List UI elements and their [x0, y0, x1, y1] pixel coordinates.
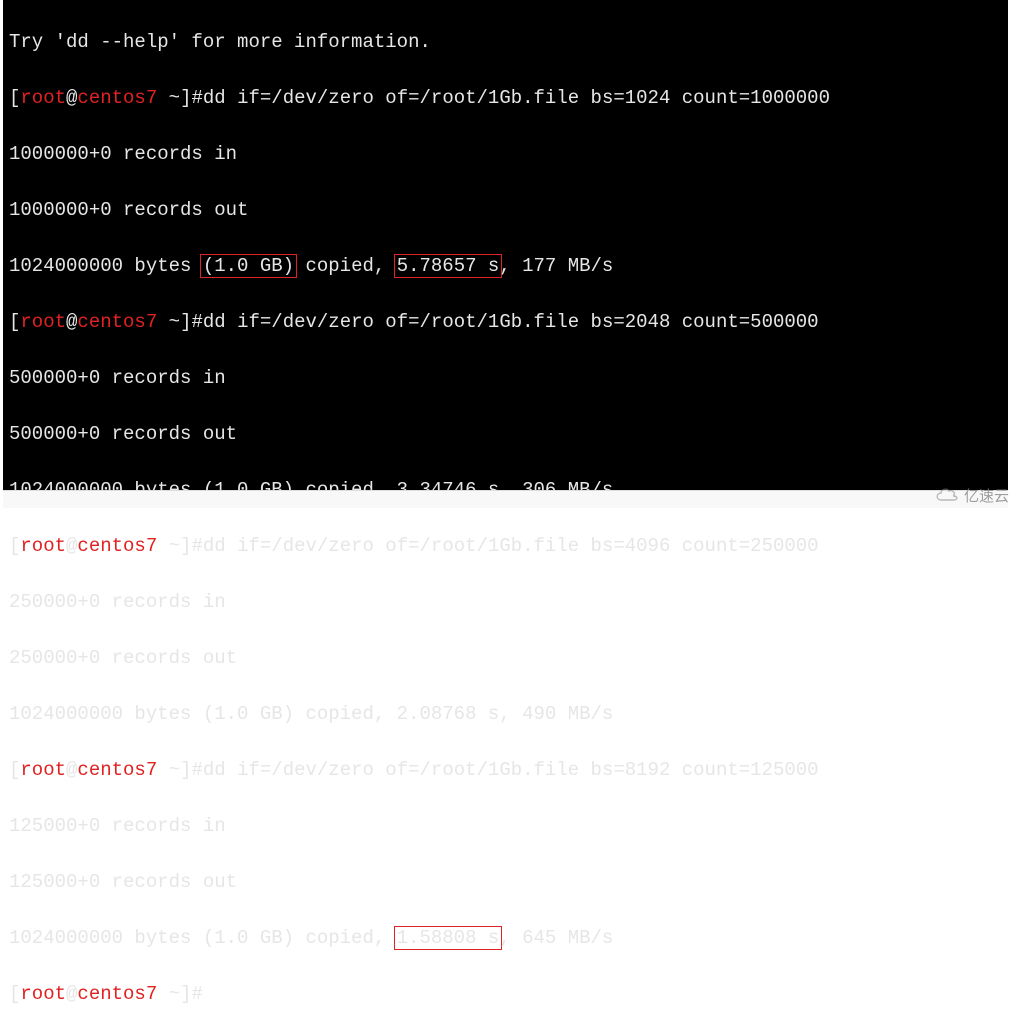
command-text: dd if=/dev/zero of=/root/1Gb.file bs=409… [203, 535, 819, 557]
prompt-cwd: ~ [169, 311, 180, 333]
output-line: 1000000+0 records out [9, 196, 1002, 224]
output-text: 250000+0 records in [9, 591, 226, 613]
watermark-text: 亿速云 [964, 485, 1009, 506]
prompt-user: root [20, 759, 66, 781]
window-statusbar [3, 490, 1008, 508]
bracket-open: [ [9, 983, 20, 1005]
prompt-user: root [20, 983, 66, 1005]
prompt-line: [root@centos7 ~]#dd if=/dev/zero of=/roo… [9, 308, 1002, 336]
prompt-line[interactable]: [root@centos7 ~]# [9, 980, 1002, 1008]
prompt-hash: # [191, 311, 202, 333]
space [157, 87, 168, 109]
output-text: 1024000000 bytes (1.0 GB) copied, 2.0876… [9, 703, 613, 725]
prompt-hash: # [191, 983, 202, 1005]
prompt-host: centos7 [77, 311, 157, 333]
command-text: dd if=/dev/zero of=/root/1Gb.file bs=204… [203, 311, 819, 333]
cloud-icon [934, 486, 960, 506]
output-text: 125000+0 records in [9, 815, 226, 837]
prompt-user: root [20, 535, 66, 557]
output-line: 125000+0 records in [9, 812, 1002, 840]
prompt-host: centos7 [77, 983, 157, 1005]
watermark: 亿速云 [934, 485, 1009, 506]
bracket-close: ] [180, 759, 191, 781]
output-line: 125000+0 records out [9, 868, 1002, 896]
prompt-line: [root@centos7 ~]#dd if=/dev/zero of=/roo… [9, 532, 1002, 560]
prompt-hash: # [191, 759, 202, 781]
prompt-line: [root@centos7 ~]#dd if=/dev/zero of=/roo… [9, 84, 1002, 112]
output-line: 1024000000 bytes (1.0 GB) copied, 5.7865… [9, 252, 1002, 280]
space [157, 535, 168, 557]
prompt-host: centos7 [77, 759, 157, 781]
output-line: 1024000000 bytes (1.0 GB) copied, 2.0876… [9, 700, 1002, 728]
bracket-open: [ [9, 535, 20, 557]
prompt-hash: # [191, 535, 202, 557]
output-line: 1024000000 bytes (1.0 GB) copied, 1.5880… [9, 924, 1002, 952]
prompt-line: [root@centos7 ~]#dd if=/dev/zero of=/roo… [9, 756, 1002, 784]
highlight-size: (1.0 GB) [200, 254, 297, 278]
bracket-open: [ [9, 311, 20, 333]
output-text: 500000+0 records in [9, 367, 226, 389]
output-text: 1000000+0 records out [9, 199, 248, 221]
space [157, 983, 168, 1005]
space [157, 311, 168, 333]
output-line: 500000+0 records out [9, 420, 1002, 448]
output-text: 125000+0 records out [9, 871, 237, 893]
prompt-user: root [20, 87, 66, 109]
bracket-close: ] [180, 983, 191, 1005]
output-text: 1024000000 bytes (1.0 GB) copied, [9, 927, 397, 949]
prompt-user: root [20, 311, 66, 333]
prompt-cwd: ~ [169, 983, 180, 1005]
output-line: 250000+0 records out [9, 644, 1002, 672]
at-sign: @ [66, 535, 77, 557]
command-text: dd if=/dev/zero of=/root/1Gb.file bs=819… [203, 759, 819, 781]
bracket-close: ] [180, 311, 191, 333]
at-sign: @ [66, 983, 77, 1005]
bracket-close: ] [180, 535, 191, 557]
output-text: copied, [294, 255, 397, 277]
output-line: 500000+0 records in [9, 364, 1002, 392]
bracket-close: ] [180, 87, 191, 109]
terminal-window[interactable]: Try 'dd --help' for more information. [r… [3, 0, 1008, 490]
output-text: 500000+0 records out [9, 423, 237, 445]
output-text: 1024000000 bytes [9, 255, 203, 277]
output-text: , 645 MB/s [499, 927, 613, 949]
output-text: 250000+0 records out [9, 647, 237, 669]
at-sign: @ [66, 311, 77, 333]
prompt-cwd: ~ [169, 535, 180, 557]
output-line: 1000000+0 records in [9, 140, 1002, 168]
output-text: Try 'dd --help' for more information. [9, 31, 431, 53]
highlight-time: 5.78657 s [394, 254, 503, 278]
output-line: Try 'dd --help' for more information. [9, 28, 1002, 56]
at-sign: @ [66, 87, 77, 109]
output-text: , 177 MB/s [499, 255, 613, 277]
prompt-host: centos7 [77, 535, 157, 557]
bracket-open: [ [9, 759, 20, 781]
space [157, 759, 168, 781]
output-text: 1000000+0 records in [9, 143, 237, 165]
prompt-cwd: ~ [169, 759, 180, 781]
output-line: 250000+0 records in [9, 588, 1002, 616]
prompt-cwd: ~ [169, 87, 180, 109]
prompt-hash: # [191, 87, 202, 109]
prompt-host: centos7 [77, 87, 157, 109]
highlight-time: 1.58808 s [394, 926, 503, 950]
at-sign: @ [66, 759, 77, 781]
bracket-open: [ [9, 87, 20, 109]
command-text: dd if=/dev/zero of=/root/1Gb.file bs=102… [203, 87, 830, 109]
